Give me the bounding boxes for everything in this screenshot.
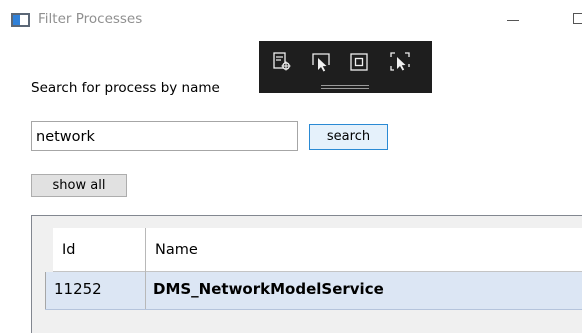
track-focused-element-icon[interactable] (389, 51, 411, 73)
process-grid[interactable]: Id Name 11252 DMS_NetworkModelService (31, 215, 582, 333)
window-title: Filter Processes (38, 11, 143, 27)
search-label: Search for process by name (31, 80, 220, 96)
search-button[interactable]: search (309, 124, 388, 150)
in-app-toolbar (259, 41, 432, 93)
grid-header (53, 228, 582, 273)
toolbar-drag-handle[interactable] (321, 85, 369, 89)
minimize-icon[interactable] (507, 20, 519, 21)
cell-id[interactable]: 11252 (54, 280, 102, 298)
cell-name[interactable]: DMS_NetworkModelService (153, 280, 384, 298)
live-visual-tree-icon[interactable] (271, 51, 293, 73)
search-input[interactable] (31, 121, 298, 151)
app-window-icon (11, 13, 30, 27)
display-layout-adorners-icon[interactable] (348, 51, 370, 73)
title-bar: Filter Processes (0, 0, 582, 40)
select-element-icon[interactable] (310, 51, 332, 73)
column-header-id[interactable]: Id (62, 242, 75, 258)
maximize-icon[interactable] (573, 13, 582, 24)
column-header-name[interactable]: Name (155, 242, 198, 258)
filter-processes-window: Filter Processes Search for process by n… (0, 0, 582, 333)
show-all-button[interactable]: show all (31, 174, 127, 197)
